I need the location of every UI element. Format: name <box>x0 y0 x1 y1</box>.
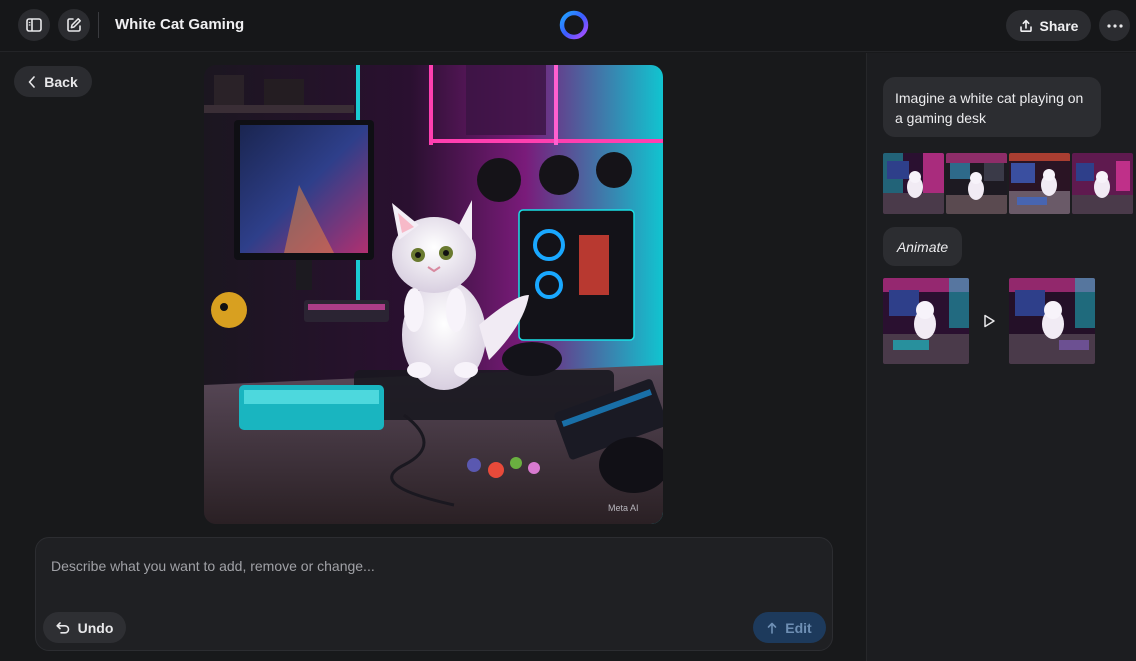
share-icon <box>1019 19 1032 32</box>
edit-label: Edit <box>785 619 812 636</box>
edit-input[interactable] <box>51 554 811 578</box>
share-label: Share <box>1039 17 1079 34</box>
sidebar-toggle-button[interactable] <box>18 9 50 41</box>
edit-composer: Undo Edit <box>35 537 833 651</box>
thumbnail-strip <box>883 153 1133 215</box>
thumbnail-4[interactable] <box>1072 153 1133 214</box>
undo-button[interactable]: Undo <box>43 612 126 643</box>
animation-row <box>883 278 1113 366</box>
animation-result-thumbnail[interactable] <box>1009 278 1095 364</box>
prompt-bubble[interactable]: Imagine a white cat playing on a gaming … <box>883 77 1101 137</box>
image-watermark: Meta AI <box>608 503 639 513</box>
play-icon[interactable] <box>982 314 996 328</box>
meta-ai-logo[interactable] <box>558 9 590 41</box>
thumbnail-image <box>883 278 969 364</box>
more-options-button[interactable] <box>1099 10 1130 41</box>
thumbnail-image <box>883 153 944 214</box>
generated-image[interactable]: Meta AI <box>204 65 663 524</box>
back-button[interactable]: Back <box>14 66 92 97</box>
top-bar: White Cat Gaming Share <box>0 0 1136 52</box>
header-divider <box>98 12 99 38</box>
main-panel: Back Meta AI Describe what you want to a… <box>0 53 866 661</box>
thumbnail-2[interactable] <box>946 153 1007 214</box>
animate-bubble[interactable]: Animate <box>883 227 962 266</box>
thumbnail-image <box>1072 153 1133 214</box>
back-label: Back <box>44 73 78 90</box>
cat-gaming-scene: Meta AI <box>204 65 663 524</box>
chevron-left-icon <box>28 75 36 88</box>
edit-button[interactable]: Edit <box>753 612 826 643</box>
sidebar-toggle-icon <box>26 18 42 32</box>
new-chat-button[interactable] <box>58 9 90 41</box>
animation-source-thumbnail[interactable] <box>883 278 969 364</box>
arrow-up-icon <box>767 622 777 634</box>
more-icon <box>1106 23 1123 28</box>
thumbnail-image <box>946 153 1007 214</box>
thumbnail-image <box>1009 153 1070 214</box>
thumbnail-image <box>1009 278 1095 364</box>
history-panel: Imagine a white cat playing on a gaming … <box>866 53 1136 661</box>
undo-label: Undo <box>77 619 114 636</box>
share-button[interactable]: Share <box>1006 10 1091 41</box>
thumbnail-1[interactable] <box>883 153 944 214</box>
new-chat-icon <box>67 18 81 32</box>
page-title: White Cat Gaming <box>115 16 245 33</box>
thumbnail-3[interactable] <box>1009 153 1070 214</box>
undo-icon <box>56 621 69 634</box>
